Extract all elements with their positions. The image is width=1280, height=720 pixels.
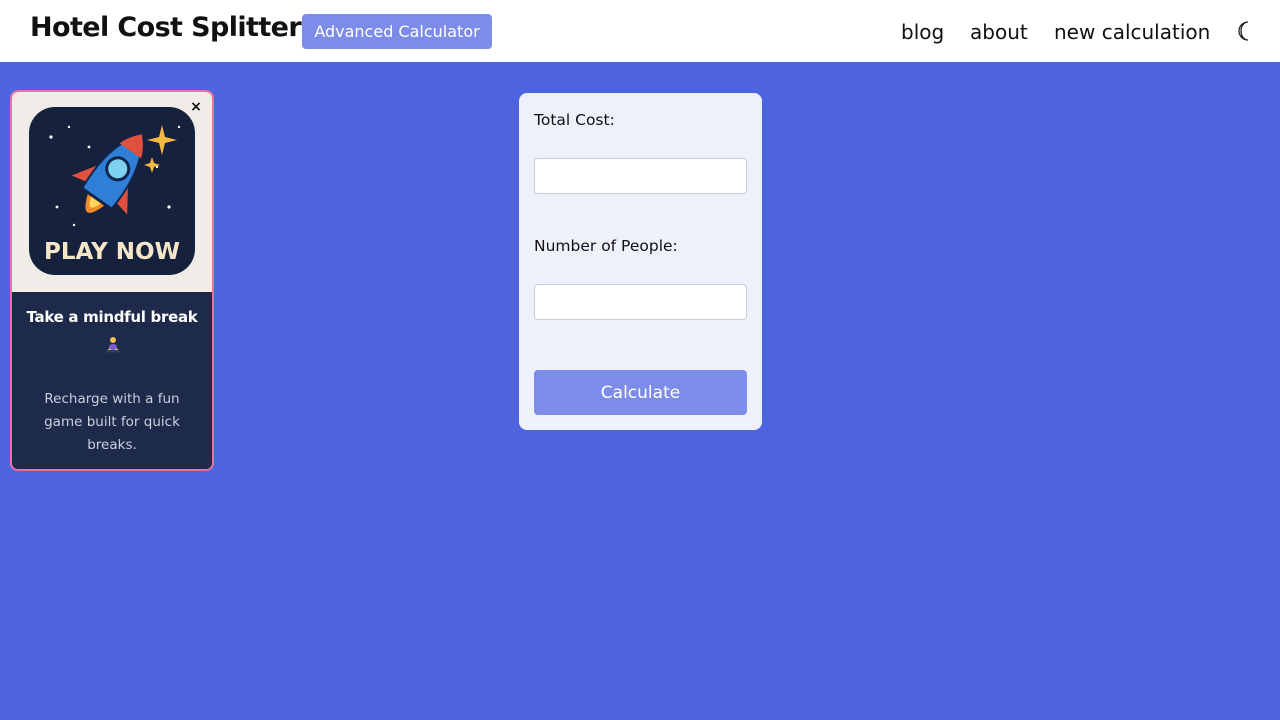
site-title[interactable]: Hotel Cost Splitter: [30, 12, 302, 43]
rocket-icon[interactable]: PLAY NOW: [29, 107, 195, 275]
calculate-button[interactable]: Calculate: [534, 370, 747, 415]
ad-image-area: × PLAY NOW: [12, 92, 212, 292]
top-nav-bar: Hotel Cost Splitter Advanced Calculator …: [0, 0, 1280, 62]
meditation-emoji-icon: [106, 337, 120, 353]
ad-body-text: Recharge with a fun game built for quick…: [44, 391, 180, 453]
number-of-people-input[interactable]: [534, 284, 747, 320]
total-cost-label: Total Cost:: [534, 111, 615, 129]
calculator-card: Total Cost: Number of People: Calculate: [519, 93, 762, 430]
moon-icon[interactable]: [1234, 18, 1256, 44]
ad-headline: Take a mindful break: [26, 308, 198, 326]
nav-link-about[interactable]: about: [970, 20, 1028, 44]
nav-link-new-calculation[interactable]: new calculation: [1054, 20, 1210, 44]
nav-link-blog[interactable]: blog: [901, 20, 944, 44]
total-cost-input[interactable]: [534, 158, 747, 194]
ad-image-text: PLAY NOW: [44, 239, 180, 265]
number-of-people-label: Number of People:: [534, 237, 678, 255]
ad-card[interactable]: × PLAY NOW Take a mindful break Recharge…: [10, 90, 214, 471]
advanced-calculator-button[interactable]: Advanced Calculator: [302, 14, 492, 49]
